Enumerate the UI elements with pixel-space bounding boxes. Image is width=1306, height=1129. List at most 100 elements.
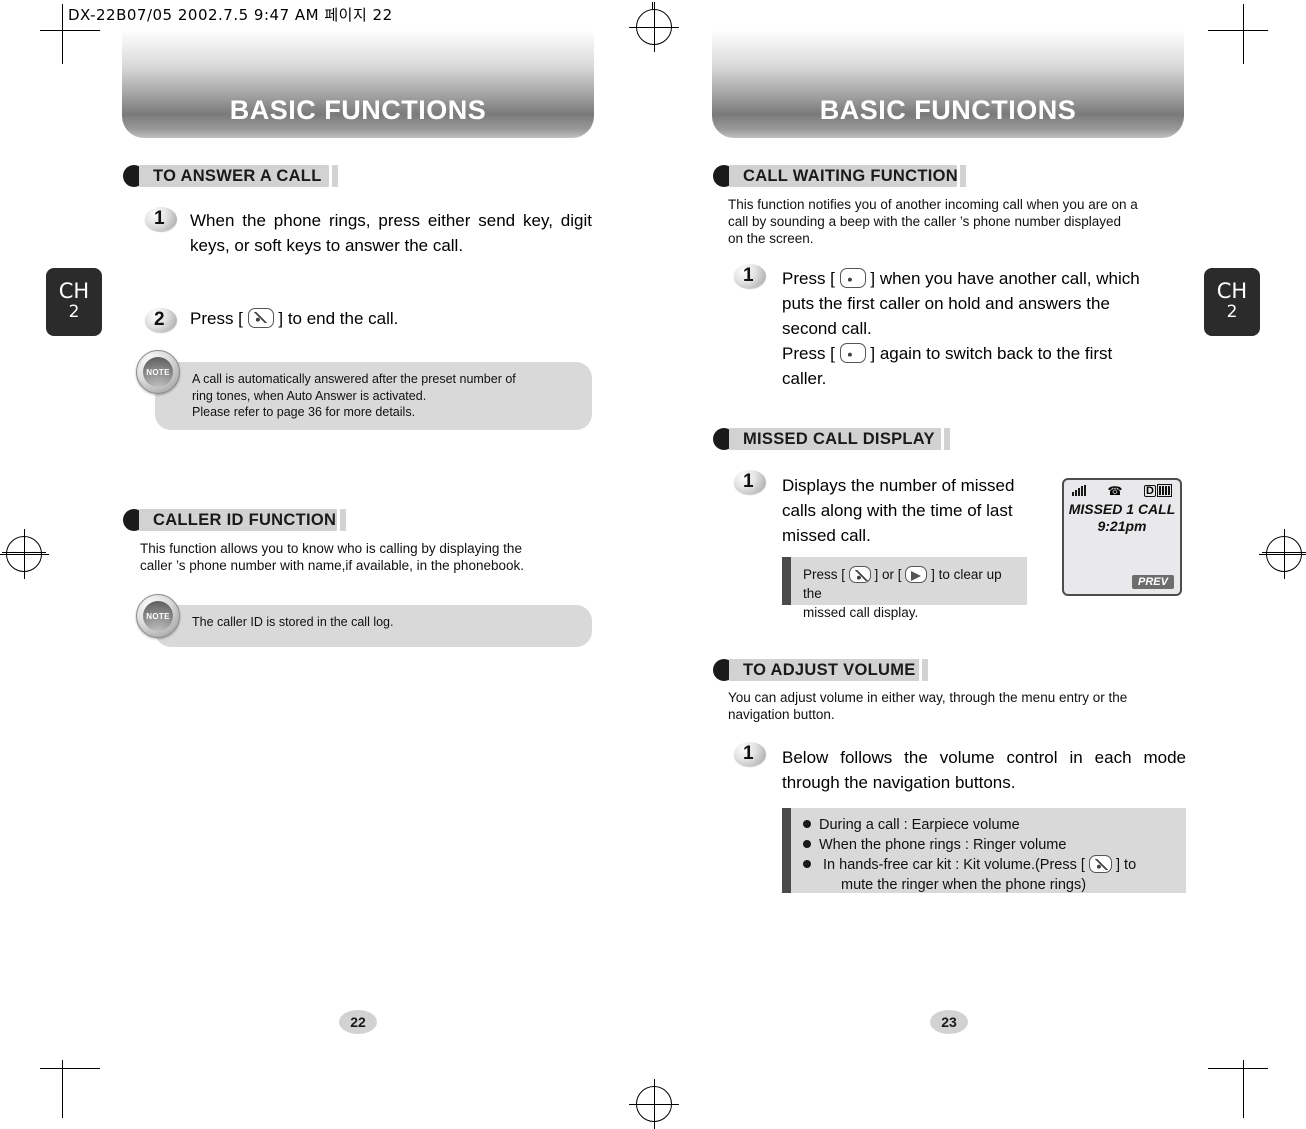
step-2-text-before: Press [ [190, 309, 243, 328]
intro-line: This function allows you to know who is … [140, 541, 522, 556]
registration-mark-right [1259, 529, 1306, 579]
registration-mark-left [0, 529, 49, 579]
left-page-banner: BASIC FUNCTIONS [122, 30, 594, 138]
battery-d-label: D [1144, 484, 1156, 497]
volume-bullet-1-text: During a call : Earpiece volume [819, 817, 1020, 833]
step-text-call-waiting: Press [ ] when you have another call, wh… [782, 266, 1186, 391]
bullet-icon [803, 860, 811, 868]
left-chapter-tab-line1: CH [58, 279, 90, 303]
step-line-4-a: Press [ [782, 344, 835, 363]
section-caller-id-function-header: CALLER ID FUNCTION [123, 508, 346, 532]
callout-missed-call-clear: Press [ ] or [ ] to clear up the missed … [782, 557, 1027, 620]
step-number-2-left: 2 [145, 308, 179, 334]
lcd-softkey-prev[interactable]: PREV [1132, 575, 1174, 589]
intro-line: navigation button. [728, 707, 835, 722]
right-page-number: 23 [930, 1010, 968, 1034]
step-line-4: Press [ ] again to switch back to the fi… [782, 341, 1186, 366]
call-waiting-intro: This function notifies you of another in… [728, 196, 1198, 247]
right-chapter-tab: CH 2 [1204, 268, 1260, 336]
callout-body: During a call : Earpiece volume When the… [791, 808, 1146, 893]
section-title: TO ADJUST VOLUME [743, 660, 916, 679]
volume-bullet-2: When the phone rings : Ringer volume [803, 835, 1136, 855]
crop-line-bottom-left-v [62, 1060, 63, 1118]
step-line-4-b: ] again to switch back to the first [870, 344, 1113, 363]
section-title: CALL WAITING FUNCTION [743, 166, 958, 185]
step-number-1-missed-call: 1 [734, 470, 768, 496]
section-title: CALLER ID FUNCTION [153, 510, 337, 529]
step-text-adjust-volume: Below follows the volume control in each… [782, 748, 1186, 792]
callout-line-1-a: Press [ [803, 567, 846, 582]
step-2-text-left: Press [ ] to end the call. [190, 306, 592, 331]
intro-line: This function notifies you of another in… [728, 197, 1138, 212]
crop-line-top-right-v [1243, 4, 1244, 64]
print-slug: DX-22B07/05 2002.7.5 9:47 AM 페이지 22 [68, 6, 393, 24]
step-2-text-after: ] to end the call. [278, 309, 399, 328]
right-page-banner: BASIC FUNCTIONS [712, 30, 1184, 138]
intro-line: You can adjust volume in either way, thr… [728, 690, 1128, 705]
right-chapter-tab-line1: CH [1216, 279, 1248, 303]
callout-line-2: missed call display. [803, 605, 919, 620]
lcd-message-line2: 9:21pm [1097, 518, 1147, 534]
send-key-icon [839, 268, 866, 288]
crop-line-bottom-left [40, 1068, 100, 1069]
callout-edge [782, 808, 791, 893]
right-arrow-key-icon [905, 566, 928, 583]
note-badge-label: NOTE [146, 611, 170, 621]
callout-volume-modes: During a call : Earpiece volume When the… [782, 808, 1186, 893]
left-page-number: 22 [339, 1010, 377, 1034]
note-line: The caller ID is stored in the call log. [192, 615, 394, 629]
volume-bullet-3-a: In hands-free car kit : Kit volume.(Pres… [823, 857, 1085, 873]
lcd-status-bar: ☎ D [1064, 480, 1180, 497]
step-number-value: 2 [154, 309, 165, 330]
bullet-icon [803, 840, 811, 848]
callout-body: Press [ ] or [ ] to clear up the missed … [791, 557, 1027, 620]
crop-line-bottom-right [1208, 1068, 1268, 1069]
note-text-caller-id: The caller ID is stored in the call log. [192, 614, 592, 631]
intro-line: on the screen. [728, 231, 814, 246]
volume-bullet-3-b: ] to [1116, 857, 1137, 873]
section-to-answer-a-call-header: TO ANSWER A CALL [123, 164, 338, 188]
step-1-text-left: When the phone rings, press either send … [190, 211, 592, 255]
step-number-value: 1 [743, 743, 754, 764]
section-bar: MISSED CALL DISPLAY [729, 428, 950, 450]
note-line: A call is automatically answered after t… [192, 372, 516, 386]
step-line-1-a: Press [ [782, 269, 835, 288]
send-key-icon [839, 343, 866, 363]
intro-line: call by sounding a beep with the caller … [728, 214, 1122, 229]
note-badge-label: NOTE [146, 367, 170, 377]
step-line-1: Press [ ] when you have another call, wh… [782, 266, 1186, 291]
section-bar: TO ADJUST VOLUME [729, 659, 928, 681]
section-title: TO ANSWER A CALL [153, 166, 322, 185]
callout-line-1: Press [ ] or [ ] to clear up the [803, 565, 1017, 603]
section-title: MISSED CALL DISPLAY [743, 429, 935, 448]
left-page-number-value: 22 [350, 1014, 366, 1030]
step-number-value: 1 [743, 471, 754, 492]
bullet-icon [803, 820, 811, 828]
section-bar: CALLER ID FUNCTION [139, 509, 346, 531]
phone-lcd-display: ☎ D MISSED 1 CALL 9:21pm PREV [1062, 478, 1182, 596]
section-to-adjust-volume-header: TO ADJUST VOLUME [713, 658, 928, 682]
note-line: Please refer to page 36 for more details… [192, 405, 416, 419]
registration-mark-top [629, 2, 679, 52]
right-page-number-value: 23 [941, 1014, 957, 1030]
crop-line-bottom-right-v [1243, 1060, 1244, 1118]
crop-line-top-left-v [62, 4, 63, 64]
section-bar: TO ANSWER A CALL [139, 165, 338, 187]
section-missed-call-display-header: MISSED CALL DISPLAY [713, 427, 950, 451]
step-number-1-left: 1 [145, 207, 179, 233]
callout-line-1-b: ] or [ [874, 567, 902, 582]
left-chapter-tab-line2: 2 [68, 302, 80, 322]
callout-edge [782, 557, 791, 605]
left-banner-title: BASIC FUNCTIONS [229, 95, 487, 125]
step-text-missed-call: Displays the number of missed calls alon… [782, 476, 1015, 545]
registration-mark-bottom [629, 1079, 679, 1129]
lcd-message-line1: MISSED 1 CALL [1068, 501, 1176, 517]
section-bar: CALL WAITING FUNCTION [729, 165, 966, 187]
phone-handset-icon: ☎ [1107, 483, 1123, 498]
battery-icon: D [1144, 484, 1172, 497]
volume-bullet-1: During a call : Earpiece volume [803, 815, 1136, 835]
end-key-icon [1088, 855, 1112, 873]
step-line-3: second call. [782, 319, 872, 338]
intro-line: caller ’s phone number with name,if avai… [140, 558, 524, 573]
crop-line-top-left [40, 30, 100, 31]
